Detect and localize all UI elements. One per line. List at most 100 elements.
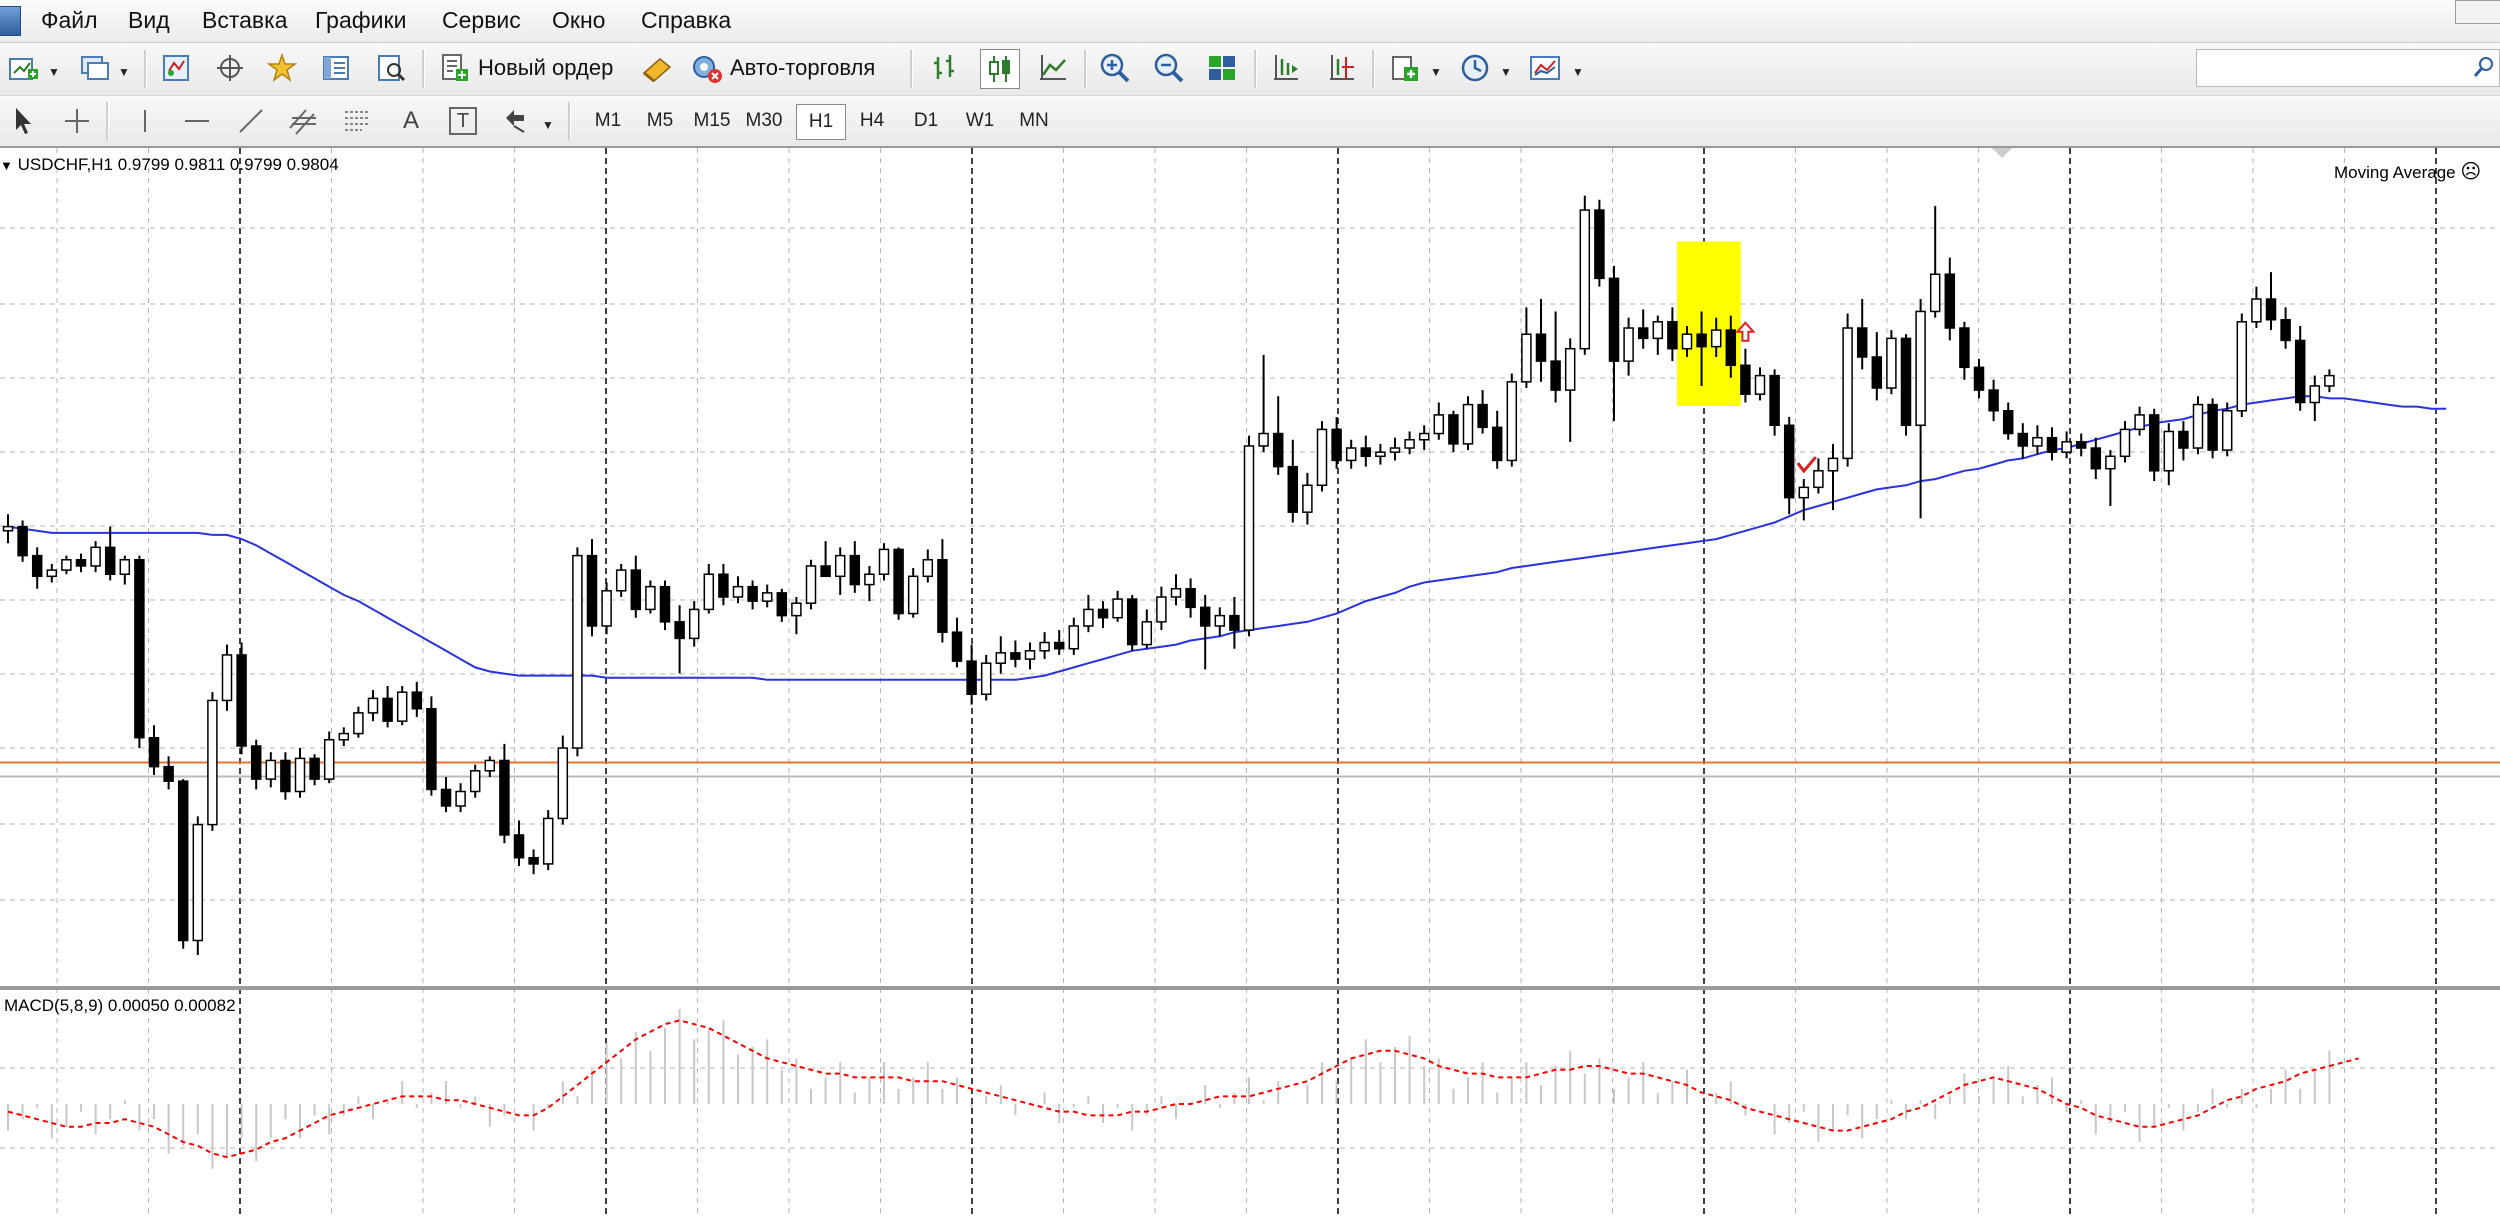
candle: [1156, 586, 1167, 631]
metaeditor-icon[interactable]: [638, 49, 676, 87]
candle: [1448, 410, 1459, 453]
timeframe-m30[interactable]: M30: [740, 104, 788, 138]
cursor-icon[interactable]: [4, 102, 42, 140]
timeframe-h1[interactable]: H1: [796, 104, 846, 140]
menu-tools[interactable]: Сервис: [442, 7, 521, 34]
candle-body: [134, 559, 145, 739]
tile-windows-icon[interactable]: [1203, 49, 1241, 87]
fibonacci-icon[interactable]: [338, 102, 376, 140]
timeframe-mn[interactable]: MN: [1010, 104, 1058, 138]
candle-body: [2148, 414, 2160, 472]
periods-dropdown-icon[interactable]: ▼: [1500, 65, 1512, 79]
menu-insert[interactable]: Вставка: [202, 7, 288, 34]
profiles-dropdown-icon[interactable]: ▼: [118, 65, 130, 79]
candle-body: [1667, 321, 1678, 350]
templates-icon[interactable]: [1526, 49, 1564, 87]
candle: [776, 588, 788, 622]
candle: [557, 735, 569, 825]
menu-charts[interactable]: Графики: [315, 7, 406, 34]
app-icon[interactable]: [0, 6, 21, 36]
candle: [1535, 299, 1547, 382]
zoom-in-icon[interactable]: [1096, 49, 1134, 87]
timeframe-m1[interactable]: M1: [584, 104, 632, 138]
candle-body: [1535, 333, 1547, 362]
candle-body: [1112, 598, 1123, 619]
horizontal-line-icon[interactable]: [178, 102, 216, 140]
search-input[interactable]: [2196, 49, 2500, 87]
candle: [1316, 421, 1328, 492]
menu-bar: Файл Вид Вставка Графики Сервис Окно Спр…: [0, 0, 2500, 43]
menu-view[interactable]: Вид: [128, 7, 170, 34]
crosshair-icon[interactable]: [58, 102, 96, 140]
candle: [2309, 375, 2321, 422]
candle-body: [1126, 598, 1138, 646]
window-control[interactable]: [2455, 0, 2500, 24]
text-label-icon[interactable]: T: [444, 102, 482, 140]
arrows-dropdown-icon[interactable]: ▼: [542, 118, 554, 132]
candle: [1798, 479, 1810, 521]
line-chart-icon[interactable]: [1034, 49, 1072, 87]
search-icon[interactable]: [2473, 56, 2495, 78]
terminal-icon[interactable]: [317, 49, 355, 87]
candle-body: [1287, 465, 1299, 513]
candle: [1886, 330, 1897, 395]
navigator-icon[interactable]: [263, 49, 301, 87]
indicators-dropdown-icon[interactable]: ▼: [1430, 65, 1442, 79]
chart-shift-icon[interactable]: [1266, 49, 1304, 87]
candle-body: [732, 585, 744, 598]
autoscroll-icon[interactable]: [1322, 49, 1360, 87]
candle-body: [1842, 327, 1853, 460]
new-order-button[interactable]: Новый ордер: [438, 49, 613, 87]
text-icon[interactable]: A: [392, 102, 430, 140]
candle-body: [2280, 318, 2291, 342]
candle-body: [192, 823, 204, 942]
candle: [367, 690, 379, 722]
candle-body: [499, 759, 510, 836]
candle-body: [2134, 414, 2145, 431]
zoom-out-icon[interactable]: [1150, 49, 1188, 87]
candle-body: [294, 757, 306, 793]
timeframe-m5[interactable]: M5: [636, 104, 684, 138]
candle-body: [455, 790, 466, 807]
profiles-icon[interactable]: [76, 49, 114, 87]
timeframe-m15[interactable]: M15: [688, 104, 736, 138]
periods-icon[interactable]: [1456, 49, 1494, 87]
market-watch-icon[interactable]: [157, 49, 195, 87]
menu-window[interactable]: Окно: [552, 7, 605, 34]
candle: [1506, 373, 1518, 467]
trendline-icon[interactable]: [232, 102, 270, 140]
arrows-icon[interactable]: [498, 102, 536, 140]
menu-file[interactable]: Файл: [41, 7, 98, 34]
candle-body: [1097, 608, 1109, 619]
candlestick-icon[interactable]: [980, 49, 1020, 89]
candle: [805, 559, 817, 610]
price-chart[interactable]: [0, 148, 2500, 1218]
equidistant-channel-icon[interactable]: [284, 102, 322, 140]
text-label-glyph: T: [449, 107, 477, 135]
bar-chart-icon[interactable]: [926, 49, 964, 87]
candle: [1740, 348, 1751, 403]
candle: [2280, 307, 2291, 349]
data-window-icon[interactable]: [211, 49, 249, 87]
toolbar-separator: [1372, 50, 1375, 88]
new-chart-icon[interactable]: [4, 49, 42, 87]
candle: [659, 580, 671, 631]
timeframe-d1[interactable]: D1: [902, 104, 950, 138]
candle-body: [338, 732, 350, 741]
candle: [1608, 265, 1620, 422]
timeframe-w1[interactable]: W1: [956, 104, 1004, 138]
candle-body: [163, 765, 174, 782]
new-chart-dropdown-icon[interactable]: ▼: [48, 65, 60, 79]
timeframe-h4[interactable]: H4: [848, 104, 896, 138]
candle: [1083, 594, 1094, 633]
indicators-icon[interactable]: [1386, 49, 1424, 87]
candle: [265, 752, 277, 788]
templates-dropdown-icon[interactable]: ▼: [1572, 65, 1584, 79]
candle: [951, 617, 963, 668]
menu-help[interactable]: Справка: [641, 7, 731, 34]
chart-window[interactable]: ▼ USDCHF,H1 0.9799 0.9811 0.9799 0.9804 …: [0, 148, 2500, 1218]
chart-dropdown-icon[interactable]: ▼: [0, 158, 13, 173]
vertical-line-icon[interactable]: [126, 102, 164, 140]
auto-trading-button[interactable]: Авто-торговля: [690, 49, 875, 87]
strategy-tester-icon[interactable]: [372, 49, 410, 87]
